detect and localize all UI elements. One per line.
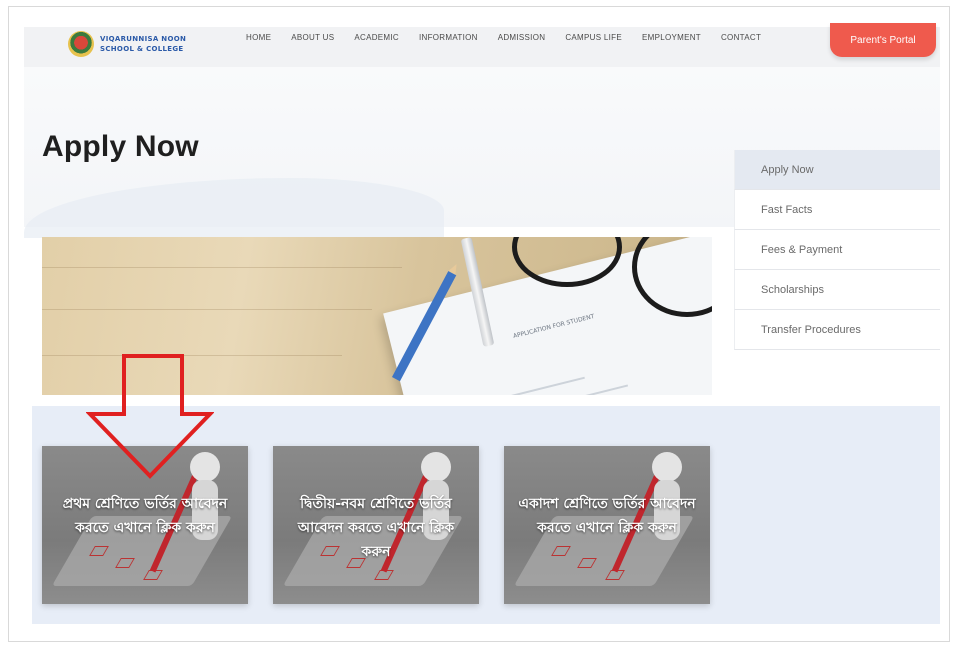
logo-line-1: VIQARUNNISA NOON [100,35,187,43]
card-text: দ্বিতীয়-নবম শ্রেণিতে ভর্তির আবেদন করতে … [297,496,455,560]
figure-head [421,452,451,482]
school-emblem-icon [68,31,94,57]
sidebar-item-fast-facts[interactable]: Fast Facts [734,190,940,230]
nav-contact[interactable]: CONTACT [721,33,761,42]
card-text: একাদশ শ্রেণিতে ভর্তির আবেদন করতে এখানে ক… [518,496,696,536]
top-navbar: VIQARUNNISA NOON SCHOOL & COLLEGE HOME A… [24,23,940,67]
red-down-arrow-icon [86,354,214,479]
nav-home[interactable]: HOME [246,33,271,42]
page-title: Apply Now [42,130,199,163]
nav-employment[interactable]: EMPLOYMENT [642,33,701,42]
wood-grain [42,309,372,310]
sidebar-item-scholarships[interactable]: Scholarships [734,270,940,310]
nav-admission[interactable]: ADMISSION [498,33,546,42]
admission-card-class-2-9[interactable]: দ্বিতীয়-নবম শ্রেণিতে ভর্তির আবেদন করতে … [273,446,479,604]
main-nav: HOME ABOUT US ACADEMIC INFORMATION ADMIS… [246,33,781,42]
form-line [467,376,585,395]
parents-portal-button[interactable]: Parent's Portal [830,23,936,57]
site-logo[interactable]: VIQARUNNISA NOON SCHOOL & COLLEGE [68,27,186,61]
sidebar-item-transfer-procedures[interactable]: Transfer Procedures [734,310,940,350]
nav-information[interactable]: INFORMATION [419,33,478,42]
wood-grain [42,267,402,268]
figure-head [652,452,682,482]
sidebar-menu: Apply Now Fast Facts Fees & Payment Scho… [734,150,940,350]
nav-campus-life[interactable]: CAMPUS LIFE [565,33,622,42]
sidebar-item-fees-payment[interactable]: Fees & Payment [734,230,940,270]
logo-line-2: SCHOOL & COLLEGE [100,45,184,53]
logo-text: VIQARUNNISA NOON SCHOOL & COLLEGE [100,34,186,54]
card-text: প্রথম শ্রেণিতে ভর্তির আবেদন করতে এখানে ক… [62,496,228,536]
sidebar-item-apply-now[interactable]: Apply Now [734,150,940,190]
nav-about-us[interactable]: ABOUT US [291,33,334,42]
nav-academic[interactable]: ACADEMIC [354,33,399,42]
admission-card-class-11[interactable]: একাদশ শ্রেণিতে ভর্তির আবেদন করতে এখানে ক… [504,446,710,604]
